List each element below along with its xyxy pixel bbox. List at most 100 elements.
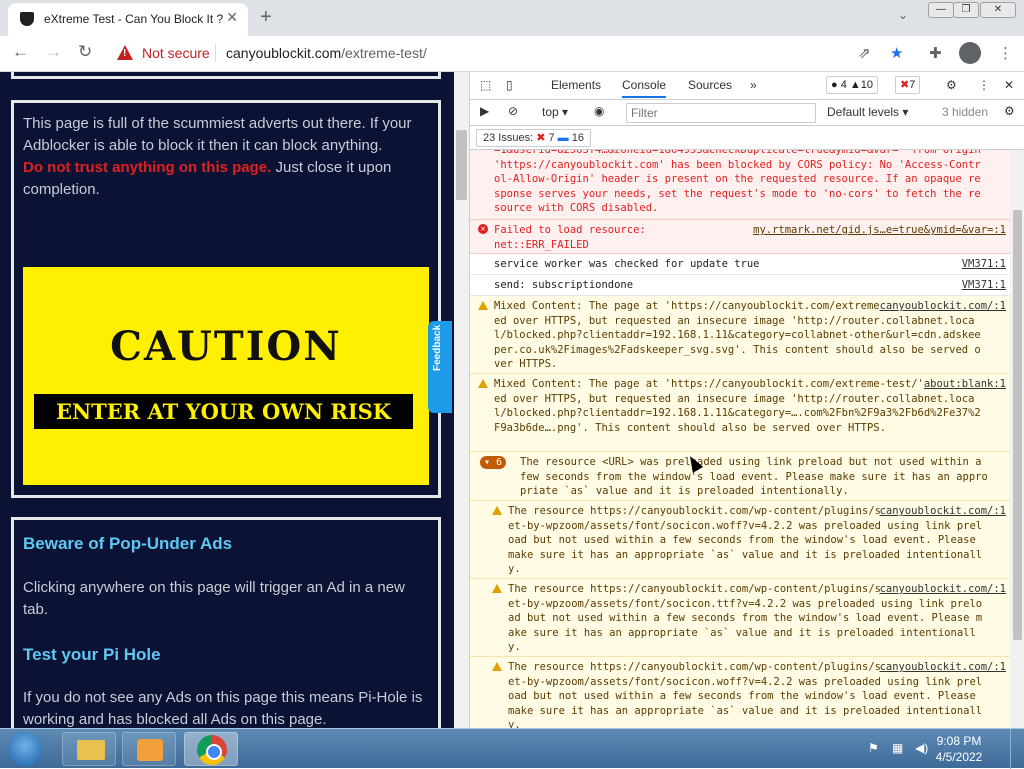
console-message-preload-3[interactable]: The resource https://canyoublockit.com/w… — [470, 657, 1010, 728]
share-icon[interactable]: ⇗ — [858, 44, 871, 62]
group-count-badge[interactable]: ▾ 6 — [480, 456, 507, 469]
action-center-icon[interactable]: ⚑ — [868, 741, 879, 755]
issues-count-pill[interactable]: ✖7 — [895, 76, 921, 94]
intro-text: This page is full of the scummiest adver… — [23, 113, 433, 201]
back-arrow-icon[interactable]: ← — [12, 42, 29, 62]
new-tab-button[interactable]: + — [260, 6, 272, 29]
clock-time: 9:08 PM — [936, 734, 982, 748]
tab-console[interactable]: Console — [622, 78, 667, 98]
error-warning-counts[interactable]: ● 4 ▲10 — [826, 76, 879, 94]
popunder-heading: Beware of Pop-Under Ads — [23, 534, 233, 553]
warning-icon — [478, 379, 488, 388]
warning-icon — [492, 506, 502, 515]
close-icon[interactable]: ✕ — [1004, 78, 1014, 92]
message-source-link[interactable]: canyoublockit.com/:1 — [879, 660, 1006, 675]
star-icon[interactable]: ★ — [890, 44, 903, 62]
issues-error-icon: ✖ — [536, 132, 546, 144]
message-text: The resource <URL> was preloaded using l… — [520, 456, 988, 497]
clear-icon[interactable]: ⊘ — [508, 104, 518, 118]
message-text: service worker was checked for update tr… — [494, 258, 760, 270]
message-source-link[interactable]: my.rtmark.net/gid.js…e=true&ymid=&var=:1 — [753, 223, 1006, 238]
feedback-label: Feedback — [432, 324, 443, 371]
console-message-failed[interactable]: ✕ Failed to load resource: net::ERR_FAIL… — [470, 220, 1010, 254]
console-message-preload-1[interactable]: The resource https://canyoublockit.com/w… — [470, 501, 1010, 579]
clock-date: 4/5/2022 — [935, 750, 983, 764]
media-taskbar-button[interactable] — [122, 732, 176, 766]
console-message-preload-2[interactable]: The resource https://canyoublockit.com/w… — [470, 579, 1010, 657]
network-icon[interactable]: ▦ — [892, 741, 903, 755]
filter-input[interactable] — [626, 103, 816, 123]
reload-icon[interactable]: ↻ — [78, 42, 92, 62]
shield-tab-icon — [20, 12, 34, 26]
console-scrollbar[interactable] — [1010, 150, 1024, 728]
pihole-heading: Test your Pi Hole — [23, 645, 161, 664]
message-text: Failed to load resource: net::ERR_FAILED — [494, 224, 646, 251]
minimize-button[interactable]: — — [928, 2, 954, 18]
message-text: send: subscriptiondone — [494, 279, 634, 291]
console-toolbar: ▶ ⊘ top ▾ ◉ Default levels ▾ 3 hidden ⚙ — [470, 100, 1024, 126]
menu-icon[interactable]: ⋮ — [998, 44, 1013, 62]
levels-select[interactable]: Default levels ▾ — [827, 105, 908, 119]
console-message-cors[interactable]: =1&userid=a2563f4…&zoneid=1864953&checkD… — [470, 150, 1010, 220]
caution-banner-ad[interactable]: CAUTION ENTER AT YOUR OWN RISK — [23, 267, 429, 485]
intro-paragraph: This page is full of the scummiest adver… — [23, 115, 412, 154]
show-desktop-button[interactable] — [1010, 729, 1024, 769]
warning-icon — [478, 301, 488, 310]
message-source-link[interactable]: canyoublockit.com/:1 — [879, 504, 1006, 519]
tab-elements[interactable]: Elements — [551, 78, 601, 92]
top-box — [11, 72, 441, 79]
close-window-button[interactable]: ✕ — [980, 2, 1016, 18]
hidden-count: 3 hidden — [942, 105, 989, 119]
maximize-button[interactable]: ❐ — [953, 2, 979, 18]
eye-icon[interactable]: ◉ — [594, 104, 604, 118]
context-select[interactable]: top ▾ — [542, 105, 568, 119]
message-source-link[interactable]: VM371:1 — [962, 278, 1006, 293]
forward-arrow-icon[interactable]: → — [45, 42, 62, 62]
message-source-link[interactable]: canyoublockit.com/:1 — [879, 582, 1006, 597]
tab-title: eXtreme Test - Can You Block It ? — [44, 12, 224, 26]
console-message-mixed-2[interactable]: Mixed Content: The page at 'https://cany… — [470, 374, 1010, 452]
warning-icon[interactable]: ! — [117, 45, 133, 60]
console-scrollbar-thumb[interactable] — [1013, 210, 1022, 640]
caution-subtitle: ENTER AT YOUR OWN RISK — [34, 394, 413, 429]
page-scrollbar-thumb[interactable] — [456, 130, 467, 200]
message-source-link[interactable]: about:blank:1 — [923, 377, 1006, 392]
console-message-group[interactable]: ▾ 6 The resource <URL> was preloaded usi… — [470, 452, 1010, 501]
console-messages[interactable]: =1&userid=a2563f4…&zoneid=1864953&checkD… — [470, 150, 1010, 728]
inspect-icon[interactable]: ⬚ — [480, 78, 491, 92]
warning-icon — [492, 584, 502, 593]
clock[interactable]: 9:08 PM 4/5/2022 — [930, 733, 988, 765]
console-message-mixed-1[interactable]: Mixed Content: The page at 'https://cany… — [470, 296, 1010, 374]
more-tabs-icon[interactable]: » — [750, 78, 757, 92]
browser-tab[interactable]: eXtreme Test - Can You Block It ? ✕ — [8, 3, 248, 36]
explorer-taskbar-button[interactable] — [62, 732, 116, 766]
kebab-menu-icon[interactable]: ⋮ — [978, 78, 990, 92]
profile-icon[interactable] — [959, 42, 981, 64]
taskbar: ⚑ ▦ ◀) 9:08 PM 4/5/2022 — [0, 728, 1024, 769]
sidebar-icon[interactable]: ▶ — [480, 104, 489, 118]
message-source-link[interactable]: VM371:1 — [962, 257, 1006, 272]
chrome-taskbar-button[interactable] — [184, 732, 238, 766]
tab-search-icon[interactable]: ⌄ — [898, 8, 908, 22]
volume-icon[interactable]: ◀) — [915, 741, 928, 755]
device-icon[interactable]: ▯ — [506, 78, 513, 92]
message-source-link[interactable]: canyoublockit.com/:1 — [879, 299, 1006, 314]
tab-sources[interactable]: Sources — [688, 78, 732, 92]
issues-red-icon: ✖ — [900, 79, 910, 91]
explorer-icon — [77, 740, 105, 760]
start-icon[interactable] — [8, 732, 42, 766]
console-message-sw[interactable]: service worker was checked for update tr… — [470, 254, 1010, 275]
console-message-send[interactable]: send: subscriptiondone VM371:1 — [470, 275, 1010, 296]
group-count: 6 — [496, 457, 503, 468]
console-settings-icon[interactable]: ⚙ — [1004, 104, 1015, 118]
issues-red-count: 7 — [909, 79, 916, 91]
issues-button[interactable]: 23 Issues: ✖ 7 ▬ 16 — [476, 129, 591, 147]
page-scrollbar[interactable] — [454, 72, 469, 728]
extensions-icon[interactable]: ✚ — [929, 44, 942, 62]
not-secure-label[interactable]: Not secure — [142, 45, 210, 61]
feedback-tab[interactable]: Feedback — [428, 321, 452, 413]
tab-close-icon[interactable]: ✕ — [226, 9, 238, 26]
devtools-tabbar: ⬚ ▯ Elements Console Sources » ● 4 ▲10 ✖… — [470, 72, 1024, 100]
gear-icon[interactable]: ⚙ — [946, 78, 957, 92]
address-bar[interactable]: canyoublockit.com/extreme-test/ — [226, 45, 427, 61]
